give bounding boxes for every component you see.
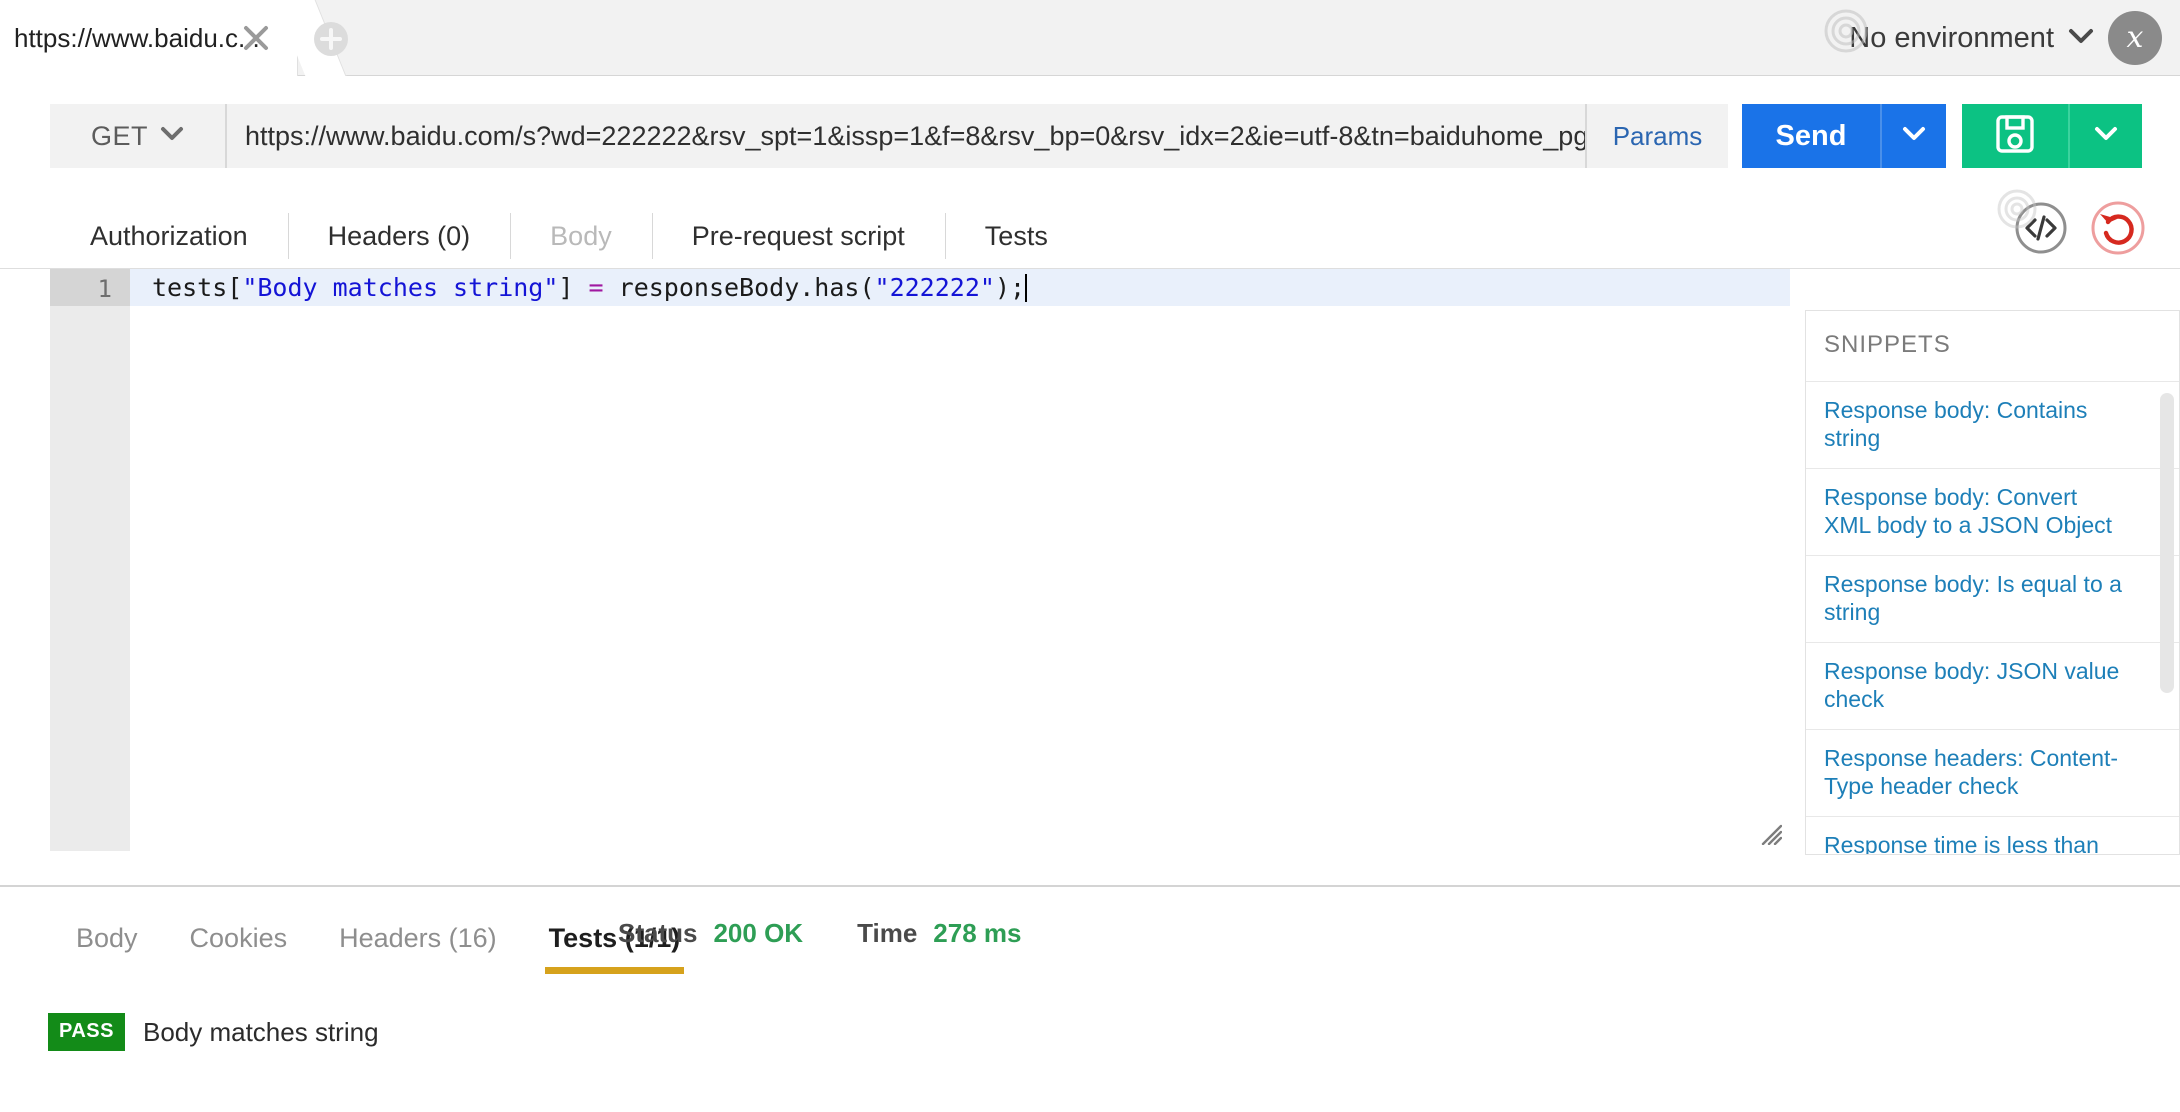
snippet-item[interactable]: Response body: Is equal to a string [1806, 555, 2179, 642]
environment-quicklook-button[interactable]: x [2108, 11, 2162, 65]
send-button[interactable]: Send [1742, 104, 1880, 168]
editor-code-tokens: tests["Body matches string"] = responseB… [152, 273, 1026, 302]
close-icon[interactable] [240, 22, 272, 54]
test-result-row: PASS Body matches string [48, 1013, 379, 1051]
snippets-scrollbar-thumb[interactable] [2160, 393, 2174, 693]
url-row: GET https://www.baidu.com/s?wd=222222&rs… [50, 104, 2142, 168]
url-input-value: https://www.baidu.com/s?wd=222222&rsv_sp… [245, 120, 1585, 151]
chevron-down-icon [160, 126, 184, 147]
snippets-panel: SNIPPETS Response body: Contains string … [1805, 310, 2180, 855]
response-tab-headers-label: Headers (16) [339, 923, 497, 953]
tab-body-label: Body [550, 220, 612, 251]
target-icon [1823, 8, 1869, 54]
params-label: Params [1612, 120, 1703, 151]
target-icon [1996, 188, 2038, 230]
editor-gutter: 1 [50, 269, 130, 851]
resize-grip-icon[interactable] [1760, 823, 1783, 846]
tab-tests[interactable]: Tests [944, 203, 1088, 275]
plus-icon[interactable] [313, 21, 349, 57]
test-result-name: Body matches string [142, 1016, 379, 1047]
http-method-selector[interactable]: GET [50, 104, 225, 168]
tab-authorization-label: Authorization [90, 220, 248, 251]
editor-line-number: 1 [97, 275, 112, 303]
snippet-item[interactable]: Response body: JSON value check [1806, 642, 2179, 729]
environment-quicklook-glyph: x [2126, 20, 2144, 55]
tab-authorization[interactable]: Authorization [50, 203, 288, 269]
time-value: 278 ms [933, 918, 1022, 948]
tab-headers[interactable]: Headers (0) [287, 203, 511, 269]
status-value: 200 OK [713, 918, 804, 948]
floppy-disk-icon [1994, 113, 2036, 160]
send-label: Send [1775, 119, 1847, 152]
send-options-button[interactable] [1880, 104, 1946, 168]
environment-selector-label[interactable]: No environment [1849, 22, 2054, 55]
status-label: Status [618, 918, 698, 948]
tab-bar: https://www.baidu.c... No environment x [0, 0, 2180, 76]
response-tabs: Body Cookies Headers (16) Tests (1/1) [50, 915, 706, 974]
url-input[interactable]: https://www.baidu.com/s?wd=222222&rsv_sp… [225, 104, 1585, 168]
request-tab-label: https://www.baidu.c... [14, 22, 260, 53]
response-tab-cookies-label: Cookies [189, 923, 288, 953]
save-options-button[interactable] [2068, 104, 2142, 168]
response-tab-body-label: Body [76, 923, 138, 953]
tab-pre-request-script-label: Pre-request script [691, 220, 905, 251]
tab-body[interactable]: Body [510, 203, 652, 269]
response-tab-cookies[interactable]: Cookies [164, 915, 314, 974]
response-tab-headers[interactable]: Headers (16) [313, 915, 523, 974]
snippet-item[interactable]: Response headers: Content-Type header ch… [1806, 729, 2179, 816]
tests-code-editor[interactable]: 1 tests["Body matches string"] = respons… [50, 269, 1790, 851]
editor-toolbar [1997, 189, 2146, 261]
snippets-title: SNIPPETS [1824, 331, 1951, 358]
editor-code-line[interactable]: tests["Body matches string"] = responseB… [130, 269, 1790, 306]
save-button[interactable] [1962, 104, 2068, 168]
pane-divider[interactable] [0, 885, 2180, 887]
chevron-down-icon[interactable] [2068, 27, 2094, 50]
snippet-item[interactable]: Response time is less than 200ms [1806, 816, 2179, 854]
response-tab-body[interactable]: Body [50, 915, 164, 974]
status-badge: PASS [48, 1013, 125, 1051]
tab-headers-label: Headers (0) [327, 220, 471, 251]
environment-zone: No environment x [1823, 0, 2162, 76]
snippet-item[interactable]: Response body: Contains string [1806, 381, 2179, 468]
chevron-down-icon [2093, 125, 2119, 147]
time-label: Time [857, 918, 918, 948]
tab-tests-label: Tests [984, 220, 1048, 251]
undo-reset-icon[interactable] [2090, 200, 2146, 261]
http-method-label: GET [90, 120, 148, 151]
request-tabs: Authorization Headers (0) Body Pre-reque… [50, 203, 2142, 275]
text-cursor [1025, 273, 1028, 302]
params-button[interactable]: Params [1585, 104, 1728, 168]
response-meta: Status 200 OK Time 278 ms [618, 918, 1021, 949]
tab-pre-request-script[interactable]: Pre-request script [651, 203, 945, 269]
chevron-down-icon [1901, 125, 1927, 147]
snippet-item[interactable]: Response body: Convert XML body to a JSO… [1806, 468, 2179, 555]
